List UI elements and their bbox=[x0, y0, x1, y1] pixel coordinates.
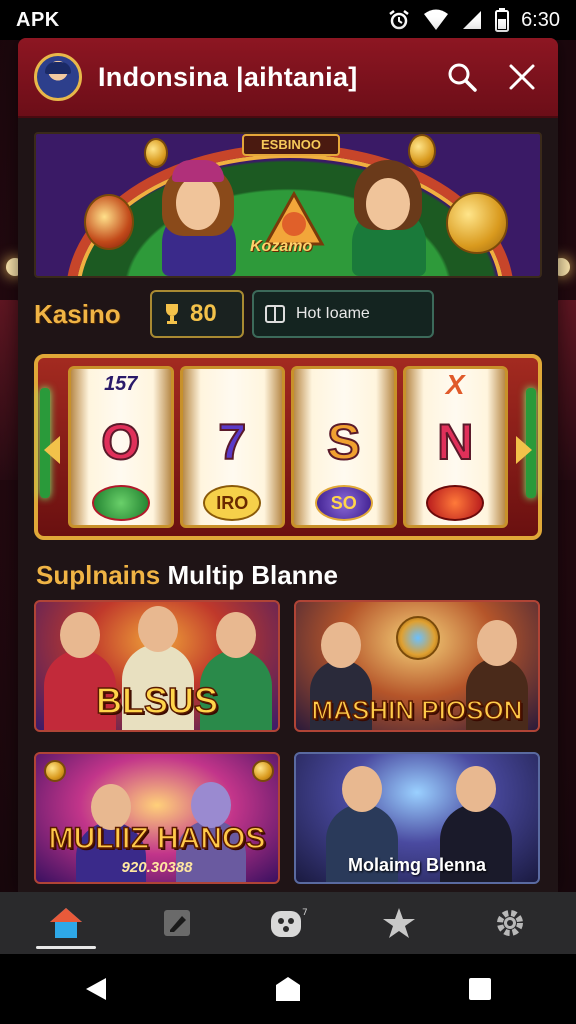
slot-arrow-right-icon bbox=[516, 436, 532, 464]
reel-bottom-symbol: SO bbox=[314, 485, 373, 521]
slot-reel: 7 IRO bbox=[179, 366, 285, 528]
settings-icon bbox=[497, 910, 524, 936]
home-button[interactable] bbox=[258, 959, 318, 1019]
nav-home[interactable] bbox=[35, 895, 96, 951]
star-icon bbox=[383, 908, 416, 938]
hot-game-label: Hot Ioame bbox=[296, 305, 370, 322]
kasino-label: Kasino bbox=[34, 298, 121, 329]
chip-icon bbox=[84, 194, 134, 250]
nav-games[interactable]: 7 bbox=[258, 895, 318, 951]
game-card[interactable]: BLSUS bbox=[34, 600, 280, 732]
system-navigation bbox=[0, 954, 576, 1024]
game-card[interactable]: MASHIN PIOSON bbox=[294, 600, 540, 732]
slot-reel: S SO bbox=[291, 366, 397, 528]
coin-icon bbox=[446, 192, 508, 254]
games-icon: 7 bbox=[270, 908, 307, 937]
battery-icon bbox=[495, 8, 510, 32]
svg-text:7: 7 bbox=[302, 908, 307, 918]
close-icon bbox=[509, 64, 535, 90]
nav-edit[interactable] bbox=[147, 895, 207, 951]
reel-middle-symbol: S bbox=[326, 413, 361, 471]
app-screen: APK 6:30 Indonsina |aihtania] ESBINOO Ko… bbox=[0, 0, 576, 1024]
bottom-navigation: 7 bbox=[0, 892, 576, 954]
slot-arrow-left-icon bbox=[44, 436, 60, 464]
slot-reel: X N bbox=[402, 366, 508, 528]
hot-game-button[interactable]: Hot Ioame bbox=[252, 290, 434, 338]
game-card-title: MASHIN PIOSON bbox=[311, 695, 523, 725]
back-button[interactable] bbox=[66, 959, 126, 1019]
app-panel: Indonsina |aihtania] ESBINOO Kozamo Kasi… bbox=[18, 38, 558, 894]
section-title: Suplnains Multip Blanne bbox=[36, 560, 338, 591]
coin-icon bbox=[144, 138, 168, 168]
signal-icon bbox=[463, 11, 482, 29]
recents-icon bbox=[469, 978, 491, 1000]
reel-middle-symbol: N bbox=[436, 413, 474, 471]
home-icon bbox=[49, 908, 82, 938]
hero-banner[interactable]: ESBINOO Kozamo bbox=[34, 132, 542, 278]
game-card[interactable]: Molaimg Blenna bbox=[294, 752, 540, 884]
search-button[interactable] bbox=[440, 55, 484, 99]
reel-bottom-symbol bbox=[426, 485, 485, 521]
reel-top-symbol: 157 bbox=[104, 373, 138, 395]
hero-character-hat bbox=[172, 160, 224, 182]
section-title-rest: Multip Blanne bbox=[160, 560, 338, 590]
slot-machine[interactable]: 157 O 7 IRO S SO X N bbox=[34, 354, 542, 540]
reel-bottom-symbol: IRO bbox=[203, 485, 262, 521]
status-icons: 6:30 bbox=[387, 8, 560, 32]
game-card-title: Molaimg Blenna bbox=[347, 855, 486, 875]
nav-favorites[interactable] bbox=[369, 895, 429, 951]
alarm-icon bbox=[389, 10, 409, 30]
edit-icon bbox=[163, 910, 190, 936]
coin-icon bbox=[252, 760, 274, 782]
game-card[interactable]: MULIIZ HANOS 920.30388 bbox=[34, 752, 280, 884]
page-title: Indonsina |aihtania] bbox=[98, 61, 358, 92]
game-card-subtitle: 920.30388 bbox=[121, 859, 193, 876]
avatar[interactable] bbox=[34, 53, 82, 101]
reel-middle-symbol: 7 bbox=[217, 413, 247, 471]
wifi-icon bbox=[424, 9, 449, 30]
hero-label: ESBINOO bbox=[242, 134, 340, 156]
recents-button[interactable] bbox=[450, 959, 510, 1019]
status-time: 6:30 bbox=[521, 8, 560, 31]
hero-character-face bbox=[176, 176, 220, 230]
search-icon bbox=[448, 63, 477, 92]
slot-reel: 157 O bbox=[68, 366, 174, 528]
game-card-title: MULIIZ HANOS bbox=[48, 821, 266, 856]
coin-icon bbox=[408, 134, 436, 168]
balance-value: 80 bbox=[190, 300, 217, 327]
back-icon bbox=[86, 978, 106, 1000]
game-card-title: BLSUS bbox=[95, 679, 219, 722]
reel-top-symbol: X bbox=[445, 369, 465, 400]
hero-character-face bbox=[366, 178, 410, 230]
close-button[interactable] bbox=[500, 55, 544, 99]
section-title-accent: Suplnains bbox=[36, 560, 161, 590]
home-circle-icon bbox=[276, 977, 300, 1001]
book-icon bbox=[265, 305, 285, 323]
kasino-row: Kasino 80 Hot Ioame bbox=[34, 288, 542, 340]
app-header: Indonsina |aihtania] bbox=[18, 38, 558, 118]
status-carrier: APK bbox=[16, 8, 60, 31]
trophy-icon bbox=[166, 304, 178, 324]
reel-middle-symbol: O bbox=[100, 413, 141, 471]
reel-bottom-symbol bbox=[91, 485, 150, 521]
status-bar: APK 6:30 bbox=[0, 0, 576, 40]
nav-settings[interactable] bbox=[480, 895, 540, 951]
coin-icon bbox=[44, 760, 66, 782]
hero-logo-text: Kozamo bbox=[250, 238, 313, 255]
balance-pill[interactable]: 80 bbox=[150, 290, 244, 338]
orb-icon bbox=[396, 616, 440, 660]
